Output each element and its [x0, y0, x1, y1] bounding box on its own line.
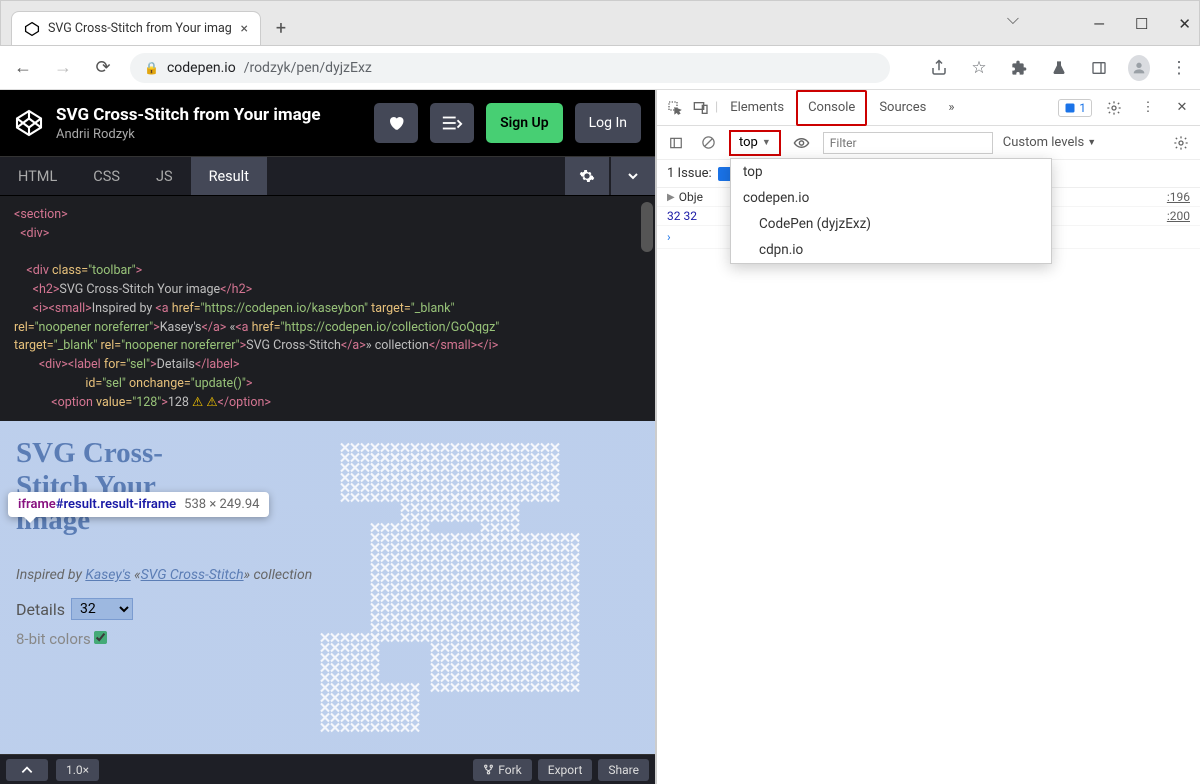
- codepen-app: SVG Cross-Stitch from Your image Andrii …: [0, 90, 655, 784]
- editor-tabs: HTML CSS JS Result: [0, 156, 655, 196]
- context-item-codepen[interactable]: codepen.io: [731, 185, 1051, 211]
- lock-icon: 🔒: [144, 61, 159, 75]
- codepen-favicon-icon: [24, 21, 40, 37]
- window-controls: — ☐ ✕: [1093, 1, 1191, 47]
- execution-context-selector[interactable]: top ▼: [729, 130, 781, 156]
- context-item-cdpn[interactable]: cdpn.io: [731, 237, 1051, 263]
- browser-menu-icon[interactable]: ⋮: [1168, 57, 1190, 79]
- context-item-top[interactable]: top: [731, 159, 1051, 185]
- context-item-pen[interactable]: CodePen (dyjzExz): [731, 211, 1051, 237]
- share-button[interactable]: Share: [598, 759, 649, 781]
- view-layout-button[interactable]: [430, 103, 474, 143]
- signup-button[interactable]: Sign Up: [486, 103, 563, 143]
- tab-elements[interactable]: Elements: [720, 90, 794, 126]
- love-button[interactable]: [374, 103, 418, 143]
- fork-button[interactable]: Fork: [473, 759, 532, 781]
- bitcolors-checkbox[interactable]: [94, 631, 107, 644]
- expand-arrow-icon[interactable]: ▶: [667, 192, 675, 203]
- inspector-tooltip: iframe#result.result-iframe 538 × 249.94: [8, 492, 269, 517]
- minimize-icon[interactable]: —: [1093, 15, 1105, 33]
- tab-result[interactable]: Result: [191, 157, 267, 195]
- inspect-element-icon[interactable]: [663, 96, 687, 120]
- url-domain: codepen.io: [167, 60, 236, 76]
- device-toolbar-icon[interactable]: [689, 96, 713, 120]
- devtools-close-icon[interactable]: ✕: [1170, 96, 1194, 120]
- profile-avatar[interactable]: [1128, 57, 1150, 79]
- source-link[interactable]: :196: [1167, 190, 1190, 204]
- login-button[interactable]: Log In: [575, 103, 641, 143]
- devtools-settings-icon[interactable]: [1102, 96, 1126, 120]
- clear-console-icon[interactable]: [697, 132, 719, 154]
- address-bar: ← → ⟳ 🔒 codepen.io/rodzyk/pen/dyjzExz ☆ …: [0, 46, 1200, 90]
- browser-tab[interactable]: SVG Cross-Stitch from Your imag ×: [11, 11, 261, 45]
- devtools-panel: | Elements Console Sources » 1 ⋮ ✕ top ▼…: [655, 90, 1200, 784]
- console-sidebar-toggle-icon[interactable]: [665, 132, 687, 154]
- code-editor[interactable]: <section> <div> <div class="toolbar"> <h…: [0, 196, 655, 421]
- pen-author[interactable]: Andrii Rodzyk: [56, 127, 362, 142]
- tab-console[interactable]: Console: [796, 90, 867, 126]
- source-link[interactable]: :200: [1167, 209, 1190, 223]
- maximize-icon[interactable]: ☐: [1135, 15, 1148, 33]
- tooltip-tag: iframe: [18, 497, 56, 512]
- new-tab-button[interactable]: +: [267, 14, 295, 42]
- issues-badge[interactable]: 1: [1058, 99, 1092, 117]
- console-toolbar: top ▼ Custom levels▼: [657, 126, 1200, 160]
- close-window-icon[interactable]: ✕: [1178, 15, 1191, 33]
- labs-icon[interactable]: [1048, 57, 1070, 79]
- bookmark-star-icon[interactable]: ☆: [968, 57, 990, 79]
- link-svg-cross-stitch[interactable]: SVG Cross-Stitch: [141, 567, 244, 583]
- url-field[interactable]: 🔒 codepen.io/rodzyk/pen/dyjzExz: [130, 53, 890, 83]
- link-kaseys[interactable]: Kasey's: [85, 567, 130, 583]
- close-tab-icon[interactable]: ×: [241, 21, 248, 37]
- browser-tab-strip: SVG Cross-Stitch from Your imag × + ⌵ — …: [0, 0, 1200, 46]
- side-panel-icon[interactable]: [1088, 57, 1110, 79]
- cross-stitch-art: [280, 421, 640, 754]
- tab-sources[interactable]: Sources: [869, 90, 936, 126]
- back-button[interactable]: ←: [10, 55, 36, 81]
- url-path: /rodzyk/pen/dyjzExz: [244, 60, 372, 76]
- tooltip-selector: #result.result-iframe: [56, 497, 176, 512]
- result-heading: SVG Cross-Stitch Your image: [16, 437, 196, 537]
- forward-button: →: [50, 55, 76, 81]
- codepen-header: SVG Cross-Stitch from Your image Andrii …: [0, 90, 655, 156]
- chevron-down-icon[interactable]: [611, 157, 655, 195]
- console-output: ▶ Obje :196 32 32 :200 ›: [657, 188, 1200, 784]
- result-iframe[interactable]: SVG Cross-Stitch Your image Inspired by …: [0, 421, 655, 754]
- editor-scrollbar[interactable]: [641, 202, 653, 252]
- details-label: Details: [16, 600, 65, 619]
- chevron-down-icon: ▼: [762, 137, 771, 148]
- codepen-logo-icon[interactable]: [14, 108, 44, 138]
- context-dropdown: top codepen.io CodePen (dyjzExz) cdpn.io: [730, 158, 1052, 264]
- export-button[interactable]: Export: [538, 759, 593, 781]
- devtools-menu-icon[interactable]: ⋮: [1136, 96, 1160, 120]
- live-expression-icon[interactable]: [791, 132, 813, 154]
- codepen-footer: 1.0× Fork Export Share: [0, 754, 655, 784]
- tab-html[interactable]: HTML: [0, 157, 75, 195]
- log-levels-selector[interactable]: Custom levels▼: [1003, 135, 1096, 150]
- details-select[interactable]: 32: [71, 598, 133, 620]
- tab-title: SVG Cross-Stitch from Your imag: [48, 21, 232, 36]
- console-settings-icon[interactable]: [1170, 132, 1192, 154]
- footer-expand-button[interactable]: [6, 759, 48, 781]
- tabs-overflow-icon[interactable]: »: [938, 90, 964, 126]
- tab-js[interactable]: JS: [138, 157, 191, 195]
- tooltip-dimensions: 538 × 249.94: [184, 497, 259, 512]
- reload-button[interactable]: ⟳: [90, 55, 116, 81]
- zoom-level[interactable]: 1.0×: [56, 759, 99, 781]
- pen-title: SVG Cross-Stitch from Your image: [56, 105, 362, 125]
- extensions-icon[interactable]: [1008, 57, 1030, 79]
- share-icon[interactable]: [928, 57, 950, 79]
- devtools-tabs: | Elements Console Sources » 1 ⋮ ✕: [657, 90, 1200, 126]
- tab-css[interactable]: CSS: [75, 157, 138, 195]
- console-filter-input[interactable]: [823, 132, 993, 154]
- tab-search-icon[interactable]: ⌵: [1007, 9, 1019, 29]
- settings-gear-icon[interactable]: [565, 157, 609, 195]
